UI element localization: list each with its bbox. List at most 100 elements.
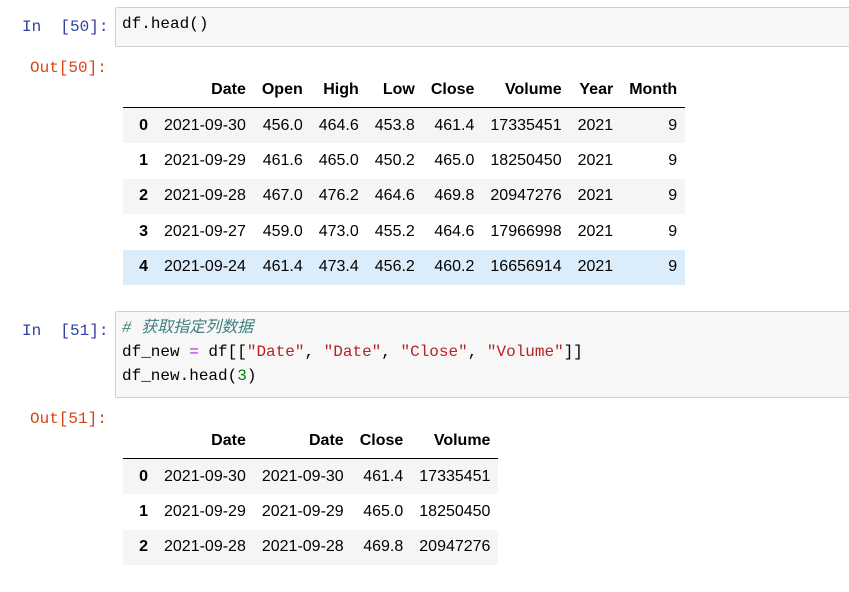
- code-token: .: [141, 15, 151, 33]
- dataframe-output-50: Date Open High Low Close Volume Year Mon…: [123, 73, 686, 285]
- row-index: 2: [139, 538, 148, 556]
- table-row: 2 2021-09-28 467.0 476.2 464.6 469.8 209…: [123, 178, 686, 214]
- table-cell: 461.4: [363, 467, 404, 485]
- code-token: ): [246, 367, 257, 385]
- table-cell: 461.4: [262, 258, 303, 276]
- table-cell: 450.2: [374, 151, 415, 169]
- table-cell: 9: [668, 222, 678, 240]
- table-cell: 460.2: [434, 258, 475, 276]
- table-row: 2 2021-09-28 2021-09-28 469.8 20947276: [123, 529, 499, 565]
- column-header: Date: [253, 424, 352, 459]
- table-row: 1 2021-09-29 461.6 465.0 450.2 465.0 182…: [123, 143, 685, 179]
- code-token: df_new: [122, 343, 190, 361]
- table-cell: 465.0: [434, 151, 475, 169]
- column-header: Open: [253, 73, 311, 108]
- row-index: 0: [139, 116, 148, 134]
- row-index: 1: [139, 502, 148, 520]
- table-cell: 2021-09-24: [164, 258, 246, 276]
- code-cell-51[interactable]: # 获取指定列数据 df_new = df[["Date", "Date", "…: [115, 311, 849, 398]
- table-cell: 2021-09-30: [164, 116, 246, 134]
- column-header: Date: [156, 424, 254, 459]
- table-row-highlighted: 4 2021-09-24 461.4 473.4 456.2 460.2 166…: [123, 249, 686, 285]
- code-editor[interactable]: df.head(): [116, 8, 849, 40]
- table-cell: 461.4: [434, 116, 475, 134]
- code-token: head: [150, 15, 190, 33]
- code-token: ,: [467, 343, 487, 361]
- column-header: Low: [366, 73, 423, 108]
- code-string: "Close": [400, 343, 468, 361]
- table-cell: 18250450: [490, 151, 562, 169]
- table-cell: 455.2: [374, 222, 415, 240]
- row-index: 1: [139, 151, 148, 169]
- table-cell: 2021: [577, 258, 614, 276]
- table-cell: 9: [668, 258, 678, 276]
- output-prompt-51: Out[51]:: [30, 410, 107, 428]
- table-cell: 2021: [577, 222, 614, 240]
- code-token: df[[: [198, 343, 247, 361]
- code-string: "Date": [246, 343, 305, 361]
- table-cell: 456.0: [262, 116, 303, 134]
- table-header-row: Date Open High Low Close Volume Year Mon…: [123, 73, 686, 108]
- code-operator: =: [189, 343, 199, 361]
- column-header: High: [310, 73, 367, 108]
- table-cell: 464.6: [318, 116, 359, 134]
- row-index: 2: [139, 187, 148, 205]
- column-header: Month: [621, 73, 686, 108]
- row-index: 3: [139, 222, 148, 240]
- table-cell: 2021-09-27: [164, 222, 246, 240]
- table-row: 3 2021-09-27 459.0 473.0 455.2 464.6 179…: [123, 214, 685, 250]
- table-cell: 476.2: [318, 187, 359, 205]
- table-cell: 18250450: [419, 502, 491, 520]
- table-cell: 17966998: [490, 222, 562, 240]
- table-cell: 20947276: [419, 538, 491, 556]
- table-row: 1 2021-09-29 2021-09-29 465.0 18250450: [123, 494, 498, 530]
- table-cell: 17335451: [419, 467, 491, 485]
- code-number: 3: [237, 367, 247, 385]
- row-index: 0: [139, 467, 148, 485]
- table-cell: 469.8: [363, 538, 404, 556]
- column-header: Close: [422, 73, 483, 108]
- table-cell: 464.6: [374, 187, 415, 205]
- code-string: "Date": [323, 343, 382, 361]
- table-row: 0 2021-09-30 456.0 464.6 453.8 461.4 173…: [123, 107, 686, 143]
- table-cell: 469.8: [434, 187, 475, 205]
- dataframe-output-51: Date Date Close Volume 0 2021-09-30 2021…: [123, 424, 499, 565]
- table-cell: 473.4: [318, 258, 359, 276]
- column-header: Year: [569, 73, 622, 108]
- code-token: df_new.head(: [122, 367, 238, 385]
- table-cell: 2021: [577, 151, 614, 169]
- table-cell: 464.6: [434, 222, 475, 240]
- table-cell: 465.0: [363, 502, 404, 520]
- table-cell: 2021-09-28: [164, 187, 246, 205]
- table-row: 0 2021-09-30 2021-09-30 461.4 17335451: [123, 458, 499, 494]
- column-header: Date: [156, 73, 254, 108]
- code-token: ,: [381, 343, 401, 361]
- table-cell: 9: [668, 187, 678, 205]
- table-cell: 459.0: [262, 222, 303, 240]
- table-cell: 2021: [577, 187, 614, 205]
- table-cell: 20947276: [490, 187, 562, 205]
- table-cell: 456.2: [374, 258, 415, 276]
- column-header-index: [123, 424, 156, 459]
- table-cell: 2021-09-30: [164, 467, 246, 485]
- table-header-row: Date Date Close Volume: [123, 424, 499, 459]
- code-comment: # 获取指定列数据: [122, 319, 254, 337]
- code-editor[interactable]: # 获取指定列数据 df_new = df[["Date", "Date", "…: [116, 312, 849, 392]
- input-prompt-50: In [50]:: [22, 18, 109, 36]
- code-cell-50[interactable]: df.head(): [115, 7, 849, 47]
- table-cell: 2021-09-29: [164, 151, 246, 169]
- table-cell: 2021-09-30: [261, 467, 344, 485]
- table-cell: 467.0: [262, 187, 303, 205]
- output-prompt-50: Out[50]:: [30, 59, 107, 77]
- table-cell: 461.6: [262, 151, 303, 169]
- column-header: Volume: [482, 73, 570, 108]
- table-cell: 2021-09-28: [261, 538, 344, 556]
- table-cell: 9: [668, 116, 678, 134]
- column-header: Close: [351, 424, 412, 459]
- table-cell: 9: [668, 151, 678, 169]
- code-token: (): [189, 15, 209, 33]
- table-cell: 2021: [577, 116, 614, 134]
- table-cell: 2021-09-29: [164, 502, 246, 520]
- table-cell: 465.0: [318, 151, 359, 169]
- code-token: df: [122, 15, 142, 33]
